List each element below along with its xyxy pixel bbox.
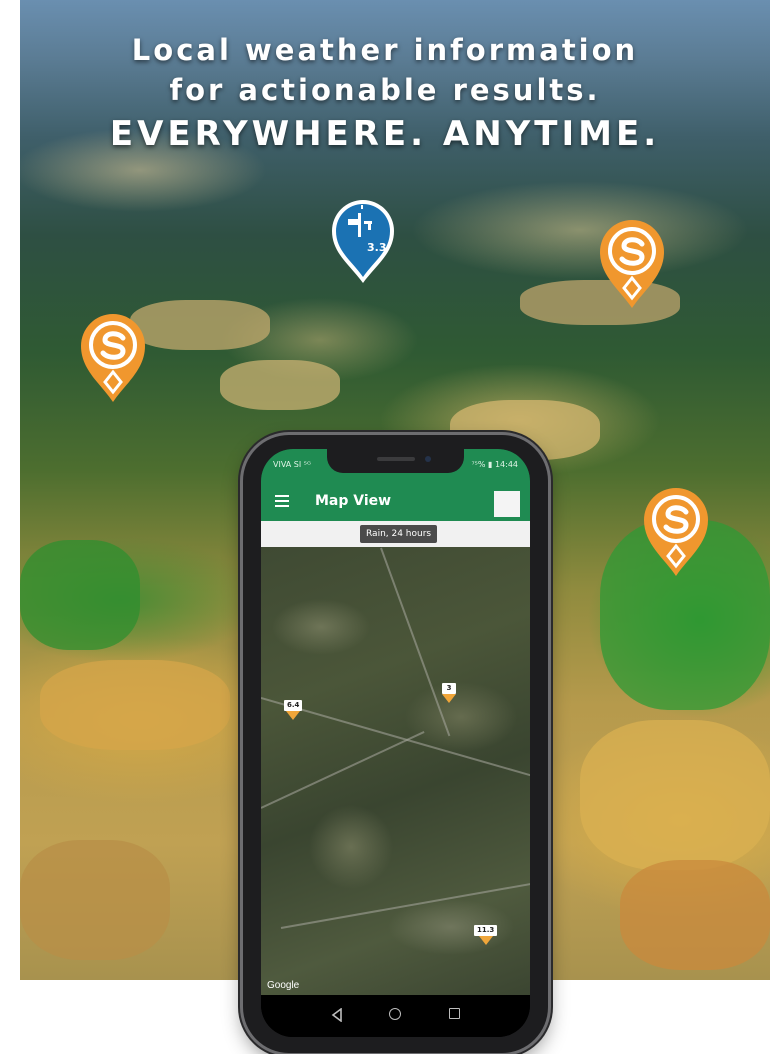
filter-bar: Rain, 24 hours <box>261 521 530 547</box>
home-icon[interactable] <box>389 1008 401 1020</box>
sensor-pin-top-right[interactable] <box>596 216 668 310</box>
app-title: Map View <box>315 493 392 509</box>
phone-notch <box>327 449 464 473</box>
back-icon[interactable] <box>331 1008 343 1022</box>
map-road <box>280 881 530 929</box>
map-road <box>261 731 425 809</box>
marker-pointer-icon <box>478 936 493 945</box>
speaker-grille <box>377 457 415 461</box>
rain-marker-value: 6.4 <box>284 700 303 711</box>
status-carrier: VIVA SI ⁵ᴳ <box>273 460 311 469</box>
rain-marker-value: 11.3 <box>474 925 498 936</box>
map-attribution: Google <box>267 980 300 991</box>
app-bar-action-button[interactable] <box>494 491 520 517</box>
map-road <box>380 547 451 737</box>
rain-marker[interactable]: 6.4 <box>284 700 303 720</box>
phone-mockup: VIVA SI ⁵ᴳ ⁷⁵% ▮ 14:44 Map View Rain, 24… <box>243 435 548 1053</box>
recent-apps-icon[interactable] <box>449 1008 460 1019</box>
phone-screen: VIVA SI ⁵ᴳ ⁷⁵% ▮ 14:44 Map View Rain, 24… <box>261 449 530 1037</box>
app-bar: Map View <box>261 483 530 521</box>
status-battery-time: ⁷⁵% ▮ 14:44 <box>471 460 518 469</box>
satellite-map[interactable]: 6.4 3 11.3 Google <box>261 547 530 995</box>
sensor-pin-left[interactable] <box>77 310 149 404</box>
rain-filter-chip[interactable]: Rain, 24 hours <box>360 525 438 543</box>
station-value: 3.3 <box>367 241 387 254</box>
marker-pointer-icon <box>286 711 301 720</box>
headline-line-2: for actionable results. <box>169 73 601 107</box>
headline-line-3: EVERYWHERE. ANYTIME. <box>109 114 661 154</box>
weather-station-pin[interactable]: 3.3 <box>328 197 398 285</box>
rain-marker[interactable]: 3 <box>442 683 456 703</box>
android-nav-bar <box>261 995 530 1037</box>
headline-line-1: Local weather information <box>131 33 639 67</box>
headline: Local weather information for actionable… <box>0 30 770 156</box>
front-camera <box>425 456 431 462</box>
hamburger-menu-icon[interactable] <box>275 495 289 507</box>
rain-marker[interactable]: 11.3 <box>474 925 498 945</box>
sensor-pin-right[interactable] <box>640 484 712 578</box>
marker-pointer-icon <box>442 694 456 703</box>
rain-marker-value: 3 <box>442 683 456 694</box>
